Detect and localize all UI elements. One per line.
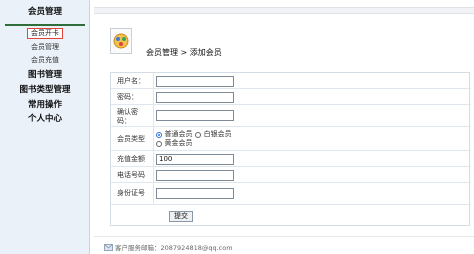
form-row-id-number: 身份证号: [111, 183, 471, 205]
username-input[interactable]: [156, 76, 234, 87]
password-input[interactable]: [156, 92, 234, 103]
id-number-label: 身份证号: [117, 189, 145, 197]
sidebar-group-books[interactable]: 图书管理: [0, 68, 90, 80]
row-divider: [153, 89, 154, 104]
breadcrumb: 会员管理 > 添加会员: [146, 48, 222, 57]
sidebar-item-card[interactable]: 会员开卡: [27, 28, 63, 39]
app-logo-icon: [110, 28, 132, 54]
mail-icon: [104, 243, 113, 251]
footer-rule: [94, 236, 474, 237]
radio-gold-label: 黄金会员: [164, 139, 193, 147]
phone-input[interactable]: [156, 170, 234, 181]
radio-gold[interactable]: [156, 140, 162, 147]
sidebar-group-book-types[interactable]: 图书类型管理: [0, 83, 90, 95]
radio-normal-label: 普通会员: [164, 130, 193, 138]
recharge-input[interactable]: 100: [156, 154, 234, 165]
form-row-confirm: 确认密码：: [111, 105, 471, 127]
form-row-member-type: 会员类型 普通会员 白银会员 黄金会员: [111, 127, 471, 151]
recharge-label: 充值金额: [117, 155, 145, 163]
sidebar-group-profile[interactable]: 个人中心: [0, 112, 90, 124]
sidebar-separator: [5, 24, 85, 26]
sidebar-title[interactable]: 会员管理: [0, 0, 90, 24]
form-row-phone: 电话号码: [111, 167, 471, 183]
confirm-password-label: 确认密码：: [117, 108, 138, 125]
row-divider: [153, 73, 154, 88]
username-label: 用户名：: [117, 77, 145, 85]
member-type-label: 会员类型: [117, 135, 145, 143]
password-label: 密码：: [117, 93, 138, 101]
add-member-form: 用户名： 密码： 确认密码： 会员类型 普通会员 白银会员 黄金会员 充值金额 …: [110, 72, 471, 226]
row-divider: [153, 167, 154, 182]
row-divider: [153, 183, 154, 204]
footer: 客户服务邮箱：2087924818@qq.com: [104, 242, 233, 252]
main-panel: 会员管理 > 添加会员 用户名： 密码： 确认密码： 会员类型 普通会员 白银会…: [94, 0, 474, 254]
sidebar-group-common[interactable]: 常用操作: [0, 98, 90, 110]
sidebar-item-manage[interactable]: 会员管理: [0, 42, 90, 52]
top-strip: [94, 7, 474, 14]
radio-silver[interactable]: [195, 131, 202, 138]
sidebar: 会员管理 会员开卡 会员管理 会员充值 图书管理 图书类型管理 常用操作 个人中…: [0, 0, 90, 254]
radio-normal[interactable]: [156, 131, 162, 138]
page-header: 会员管理 > 添加会员: [94, 14, 474, 66]
form-row-username: 用户名：: [111, 73, 471, 89]
confirm-password-input[interactable]: [156, 110, 234, 121]
form-row-password: 密码：: [111, 89, 471, 105]
member-type-options: 普通会员 白银会员 黄金会员: [156, 130, 240, 148]
phone-label: 电话号码: [117, 171, 145, 179]
radio-silver-label: 白银会员: [203, 130, 232, 138]
row-divider: [153, 127, 154, 150]
row-divider: [153, 105, 154, 126]
sidebar-item-recharge[interactable]: 会员充值: [0, 55, 90, 65]
row-divider: [153, 151, 154, 166]
submit-button[interactable]: 提交: [169, 211, 193, 222]
footer-contact-text: 客户服务邮箱：2087924818@qq.com: [115, 244, 233, 252]
id-number-input[interactable]: [156, 188, 234, 199]
form-row-recharge: 充值金额 100: [111, 151, 471, 167]
